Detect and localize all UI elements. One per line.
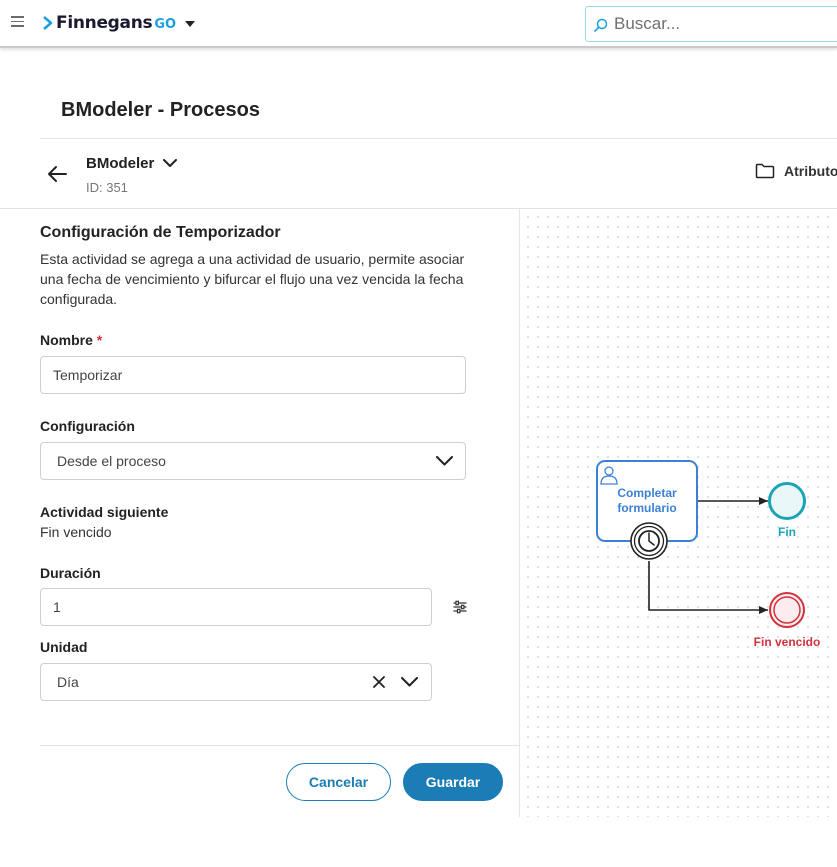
- duration-field[interactable]: [40, 588, 432, 626]
- attributes-label: Atributos: [784, 163, 837, 179]
- duration-input[interactable]: [53, 599, 431, 615]
- cancel-button[interactable]: Cancelar: [286, 763, 391, 801]
- menu-icon[interactable]: [11, 16, 24, 28]
- required-mark: *: [96, 332, 103, 348]
- task-label-line1: Completar: [617, 486, 677, 500]
- sliders-icon[interactable]: [453, 600, 467, 614]
- divider: [40, 138, 837, 139]
- divider: [40, 745, 519, 746]
- page-title: BModeler - Procesos: [61, 99, 260, 121]
- clear-icon[interactable]: [373, 676, 385, 688]
- folder-icon: [755, 163, 775, 179]
- end-expired-label: Fin vencido: [754, 635, 821, 649]
- unit-select[interactable]: Día: [40, 663, 432, 701]
- logo-text: Finnegans: [56, 13, 153, 33]
- logo-suffix: GO: [154, 17, 177, 32]
- config-value: Desde el proceso: [57, 453, 166, 469]
- caret-down-icon[interactable]: [185, 21, 196, 27]
- unit-label: Unidad: [40, 639, 88, 655]
- logo-chevron-icon: [43, 16, 53, 30]
- name-field[interactable]: [40, 356, 466, 394]
- chevron-down-icon: [163, 159, 178, 167]
- task-label-line2: formulario: [617, 501, 676, 515]
- bpmn-diagram: Completar formulario Fin Fin vencido: [596, 460, 821, 649]
- back-arrow-icon[interactable]: [47, 165, 67, 183]
- app-logo[interactable]: Finnegans GO: [43, 12, 196, 34]
- flow-connector-expired[interactable]: [648, 561, 768, 614]
- search-box[interactable]: [585, 6, 837, 42]
- next-activity-value: Fin vencido: [40, 524, 112, 540]
- process-selector[interactable]: BModeler: [86, 155, 178, 172]
- end-event-label: Fin: [778, 525, 796, 539]
- form-description: Esta actividad se agrega a una actividad…: [40, 251, 465, 307]
- process-name: BModeler: [86, 155, 155, 172]
- chevron-down-icon[interactable]: [436, 456, 453, 466]
- duration-label: Duración: [40, 565, 101, 581]
- form-title: Configuración de Temporizador: [40, 224, 281, 241]
- name-label-text: Nombre: [40, 332, 93, 348]
- config-select[interactable]: Desde el proceso: [40, 442, 466, 480]
- name-label: Nombre *: [40, 332, 102, 348]
- config-label: Configuración: [40, 418, 135, 434]
- top-bar: Finnegans GO: [0, 0, 837, 48]
- next-activity-label: Actividad siguiente: [40, 504, 169, 520]
- search-icon: [594, 18, 608, 32]
- unit-value: Día: [57, 674, 79, 690]
- chevron-down-icon[interactable]: [401, 677, 418, 687]
- timer-icon[interactable]: [630, 522, 668, 560]
- end-expired-event[interactable]: [769, 592, 805, 628]
- end-event[interactable]: [768, 482, 806, 520]
- attributes-button[interactable]: Atributos: [755, 163, 837, 179]
- search-input[interactable]: [614, 14, 834, 34]
- process-id: ID: 351: [86, 180, 128, 195]
- save-button[interactable]: Guardar: [403, 763, 503, 801]
- name-input[interactable]: [53, 367, 465, 383]
